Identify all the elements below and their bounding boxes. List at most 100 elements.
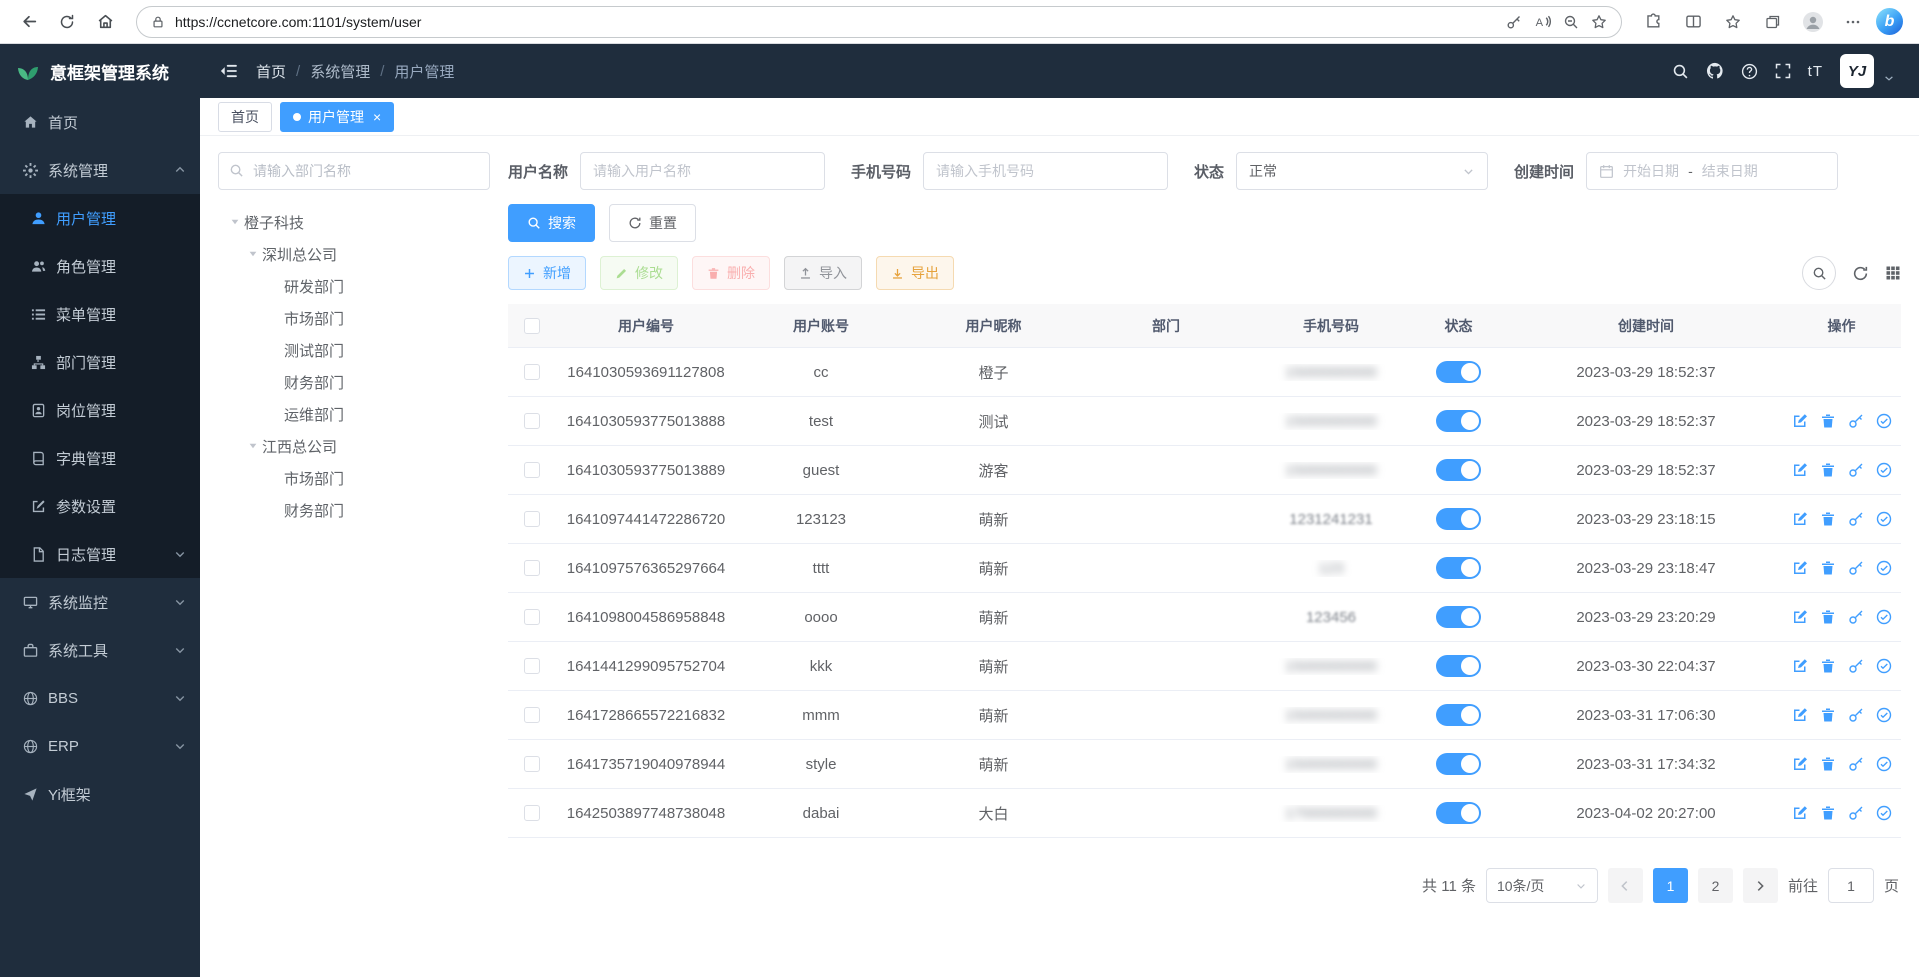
search-icon[interactable] [1672, 63, 1689, 80]
status-toggle[interactable] [1436, 557, 1481, 579]
refresh-button[interactable] [50, 5, 84, 39]
sidebar-item-param[interactable]: 参数设置 [0, 482, 200, 530]
copilot-icon[interactable]: b [1876, 8, 1903, 35]
close-tab-icon[interactable]: × [373, 109, 381, 125]
columns-grid-icon[interactable] [1885, 265, 1901, 281]
sidebar-item-erp[interactable]: ERP [0, 722, 200, 770]
collapse-menu-icon[interactable] [220, 62, 238, 80]
assign-role-icon[interactable] [1876, 805, 1892, 821]
row-checkbox[interactable] [524, 609, 540, 625]
status-toggle[interactable] [1436, 704, 1481, 726]
sidebar-item-dict[interactable]: 字典管理 [0, 434, 200, 482]
next-page-button[interactable] [1743, 868, 1778, 903]
edit-icon[interactable] [1792, 462, 1808, 478]
github-icon[interactable] [1706, 62, 1724, 80]
export-button[interactable]: 导出 [876, 256, 954, 290]
row-checkbox[interactable] [524, 756, 540, 772]
reset-button[interactable]: 重置 [609, 204, 696, 242]
delete-icon[interactable] [1820, 413, 1836, 429]
row-checkbox[interactable] [524, 462, 540, 478]
delete-icon[interactable] [1820, 658, 1836, 674]
delete-icon[interactable] [1820, 511, 1836, 527]
reset-password-icon[interactable] [1848, 511, 1864, 527]
tree-node[interactable]: 研发部门 [218, 270, 490, 302]
edit-button[interactable]: 修改 [600, 256, 678, 290]
tree-node[interactable]: 市场部门 [218, 462, 490, 494]
back-button[interactable] [12, 5, 46, 39]
reset-password-icon[interactable] [1848, 707, 1864, 723]
more-icon[interactable] [1836, 5, 1870, 39]
edit-icon[interactable] [1792, 609, 1808, 625]
delete-icon[interactable] [1820, 805, 1836, 821]
assign-role-icon[interactable] [1876, 756, 1892, 772]
add-button[interactable]: 新增 [508, 256, 586, 290]
url-input[interactable] [175, 14, 1496, 30]
delete-icon[interactable] [1820, 707, 1836, 723]
home-button[interactable] [88, 5, 122, 39]
assign-role-icon[interactable] [1876, 462, 1892, 478]
fullscreen-icon[interactable] [1775, 63, 1791, 79]
reset-password-icon[interactable] [1848, 609, 1864, 625]
sidebar-item-user[interactable]: 用户管理 [0, 194, 200, 242]
extensions-icon[interactable] [1636, 5, 1670, 39]
delete-icon[interactable] [1820, 756, 1836, 772]
row-checkbox[interactable] [524, 364, 540, 380]
assign-role-icon[interactable] [1876, 413, 1892, 429]
edit-icon[interactable] [1792, 805, 1808, 821]
refresh-icon[interactable] [1852, 265, 1869, 282]
status-select[interactable]: 正常 [1236, 152, 1488, 190]
phone-input[interactable] [923, 152, 1168, 190]
tree-node[interactable]: 深圳总公司 [218, 238, 490, 270]
tree-node[interactable]: 运维部门 [218, 398, 490, 430]
help-icon[interactable] [1741, 63, 1758, 80]
tab-home[interactable]: 首页 [218, 102, 272, 132]
status-toggle[interactable] [1436, 802, 1481, 824]
reset-password-icon[interactable] [1848, 805, 1864, 821]
assign-role-icon[interactable] [1876, 658, 1892, 674]
tree-node[interactable]: 测试部门 [218, 334, 490, 366]
prev-page-button[interactable] [1608, 868, 1643, 903]
tree-node[interactable]: 江西总公司 [218, 430, 490, 462]
sidebar-item-monitor[interactable]: 系统监控 [0, 578, 200, 626]
tab-user-management[interactable]: 用户管理 × [280, 102, 394, 132]
font-size-icon[interactable]: tT [1808, 63, 1823, 80]
delete-icon[interactable] [1820, 609, 1836, 625]
import-button[interactable]: 导入 [784, 256, 862, 290]
sidebar-item-yi[interactable]: Yi框架 [0, 770, 200, 818]
date-range-picker[interactable]: 开始日期 - 结束日期 [1586, 152, 1838, 190]
status-toggle[interactable] [1436, 655, 1481, 677]
reset-password-icon[interactable] [1848, 462, 1864, 478]
status-toggle[interactable] [1436, 361, 1481, 383]
username-input[interactable] [580, 152, 825, 190]
status-toggle[interactable] [1436, 508, 1481, 530]
site-security-icon[interactable] [151, 15, 165, 29]
delete-icon[interactable] [1820, 462, 1836, 478]
edit-icon[interactable] [1792, 413, 1808, 429]
address-bar[interactable]: A [136, 6, 1622, 38]
status-toggle[interactable] [1436, 753, 1481, 775]
reset-password-icon[interactable] [1848, 560, 1864, 576]
breadcrumb-system[interactable]: 系统管理 [310, 61, 370, 82]
sidebar-item-post[interactable]: 岗位管理 [0, 386, 200, 434]
select-all-checkbox[interactable] [524, 318, 540, 334]
sidebar-item-home[interactable]: 首页 [0, 98, 200, 146]
sidebar-item-dept[interactable]: 部门管理 [0, 338, 200, 386]
edit-icon[interactable] [1792, 756, 1808, 772]
goto-page-input[interactable] [1828, 868, 1874, 903]
row-checkbox[interactable] [524, 413, 540, 429]
assign-role-icon[interactable] [1876, 560, 1892, 576]
sidebar-item-log[interactable]: 日志管理 [0, 530, 200, 578]
read-aloud-icon[interactable]: A [1534, 13, 1551, 30]
page-button-1[interactable]: 1 [1653, 868, 1688, 903]
edit-icon[interactable] [1792, 511, 1808, 527]
assign-role-icon[interactable] [1876, 609, 1892, 625]
department-search-input[interactable] [218, 152, 490, 190]
edit-icon[interactable] [1792, 560, 1808, 576]
assign-role-icon[interactable] [1876, 511, 1892, 527]
sidebar-item-menu[interactable]: 菜单管理 [0, 290, 200, 338]
caret-down-icon[interactable] [244, 248, 262, 260]
breadcrumb-home[interactable]: 首页 [256, 61, 286, 82]
caret-down-icon[interactable] [226, 216, 244, 228]
row-checkbox[interactable] [524, 805, 540, 821]
delete-button[interactable]: 删除 [692, 256, 770, 290]
